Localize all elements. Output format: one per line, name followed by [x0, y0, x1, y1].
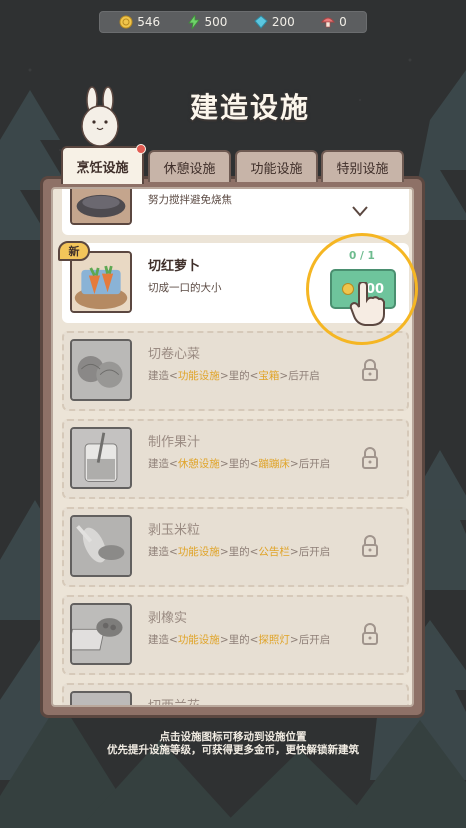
facility-desc: 建造<功能设施>里的<公告栏>后开启	[148, 546, 331, 558]
category-tabs: 烹饪设施 休憩设施 功能设施 特别设施	[61, 144, 406, 184]
new-badge: 新	[58, 241, 90, 261]
lock-icon	[362, 359, 378, 381]
footer-hint: 点击设施图标可移动到设施位置 优先提升设施等级，可获得更多金币，更快解锁新建筑	[0, 731, 466, 757]
list-item-corn[interactable]: 剥玉米粒 建造<功能设施>里的<公告栏>后开启	[62, 507, 409, 587]
list-item-partial-top[interactable]: 努力搅拌避免烧焦	[62, 189, 409, 235]
resource-bar: 546 500 200 0	[99, 11, 367, 33]
gem-counter: 200	[254, 15, 295, 29]
facility-desc: 切成一口的大小	[148, 282, 222, 294]
facility-name: 切红萝卜	[148, 259, 201, 274]
lock-icon	[362, 447, 378, 469]
list-item-partial-bottom[interactable]: 切西兰花	[62, 683, 409, 707]
page-title: 建造设施	[189, 91, 310, 124]
acorn-thumbnail[interactable]	[70, 603, 132, 665]
tab-rest[interactable]: 休憩设施	[148, 150, 231, 182]
hint-line-2: 优先提升设施等级，可获得更多金币，更快解锁新建筑	[107, 744, 359, 756]
facility-name: 剥玉米粒	[148, 523, 201, 538]
gem-icon	[254, 15, 268, 29]
mushroom-value: 0	[339, 15, 347, 29]
bunny-mascot	[81, 86, 119, 147]
facility-desc: 努力搅拌避免烧焦	[148, 194, 232, 206]
tab-special[interactable]: 特别设施	[321, 150, 404, 182]
juice-thumbnail[interactable]	[70, 427, 132, 489]
coin-counter: 546	[119, 15, 160, 29]
mushroom-counter: 0	[321, 15, 347, 29]
facility-desc: 建造<功能设施>里的<宝箱>后开启	[148, 370, 320, 382]
chevron-down-icon[interactable]	[351, 205, 369, 217]
energy-counter: 500	[187, 15, 228, 29]
cabbage-thumbnail[interactable]	[70, 339, 132, 401]
facility-name: 剥橡实	[148, 611, 188, 626]
facility-desc: 建造<休憩设施>里的<蹦蹦床>后开启	[148, 458, 331, 470]
corn-thumbnail[interactable]	[70, 515, 132, 577]
tab-label: 功能设施	[250, 161, 303, 177]
lightning-icon	[187, 15, 200, 29]
pointing-hand-icon	[349, 282, 385, 326]
tab-cooking[interactable]: 烹饪设施	[61, 144, 146, 184]
list-item-acorn[interactable]: 剥橡实 建造<功能设施>里的<探照灯>后开启	[62, 595, 409, 675]
tab-label: 特别设施	[336, 161, 389, 177]
gem-value: 200	[271, 15, 295, 29]
facility-desc: 建造<功能设施>里的<探照灯>后开启	[148, 634, 331, 646]
hint-line-1: 点击设施图标可移动到设施位置	[159, 731, 307, 743]
coin-icon	[119, 15, 133, 29]
broccoli-thumbnail[interactable]	[70, 691, 132, 705]
lock-icon	[362, 535, 378, 557]
facility-name: 切卷心菜	[148, 347, 201, 362]
list-item-juice[interactable]: 制作果汁 建造<休憩设施>里的<蹦蹦床>后开启	[62, 419, 409, 499]
tab-label: 休憩设施	[163, 161, 216, 177]
coin-value: 546	[137, 15, 161, 29]
stew-pot-thumbnail	[70, 189, 132, 225]
facility-name: 制作果汁	[148, 435, 201, 450]
notification-dot	[136, 144, 146, 154]
lock-icon	[362, 623, 378, 645]
mushroom-icon	[321, 17, 336, 28]
facility-name: 切西兰花	[148, 699, 201, 707]
tab-label: 烹饪设施	[76, 160, 129, 176]
energy-value: 500	[204, 15, 228, 29]
tab-function[interactable]: 功能设施	[235, 150, 318, 182]
